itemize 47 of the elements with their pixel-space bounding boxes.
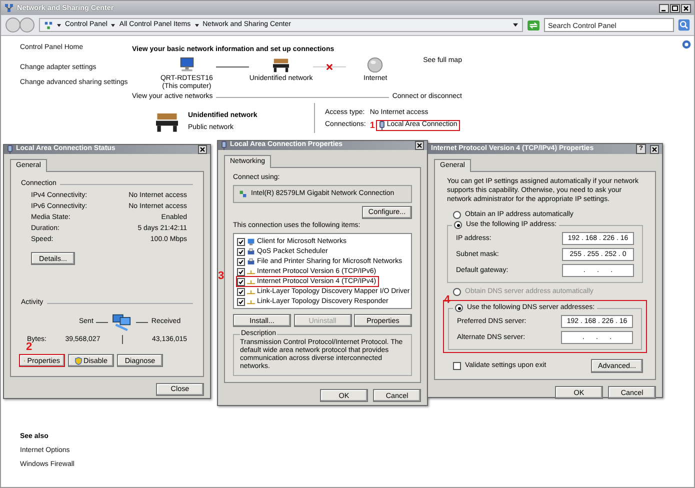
adapter-icon <box>378 120 385 130</box>
caret-icon[interactable] <box>194 24 199 26</box>
radio-button[interactable] <box>455 304 463 312</box>
connection-line <box>216 64 250 70</box>
refresh-icon[interactable] <box>527 20 540 30</box>
checkbox[interactable] <box>237 238 245 246</box>
close-icon[interactable] <box>198 145 207 154</box>
bench-icon <box>154 111 180 134</box>
step-number: 1 <box>370 120 375 130</box>
dropdown-icon[interactable] <box>513 23 518 27</box>
radio-button[interactable] <box>453 288 461 296</box>
bench-icon <box>272 57 290 74</box>
radio-button[interactable] <box>453 211 461 220</box>
checkbox[interactable] <box>237 268 245 276</box>
protocol-icon <box>247 278 255 286</box>
caret-icon[interactable] <box>111 24 116 26</box>
minimize-icon[interactable] <box>659 4 669 12</box>
caret-icon[interactable] <box>57 24 61 26</box>
step-number: 3 <box>218 271 224 282</box>
checkbox[interactable] <box>237 248 245 256</box>
step-number: 2 <box>26 342 32 354</box>
adapter-icon <box>7 145 13 154</box>
radio-button[interactable] <box>454 221 462 230</box>
globe-icon <box>366 57 384 74</box>
close-icon[interactable] <box>681 4 691 12</box>
maximize-icon[interactable] <box>670 4 680 12</box>
printer-icon <box>247 258 255 266</box>
protocol-icon <box>247 288 255 296</box>
computers-icon <box>111 313 134 332</box>
broken-connection-drawing <box>312 64 346 70</box>
checkbox[interactable] <box>453 362 461 370</box>
computer-icon <box>247 238 255 246</box>
checkbox[interactable] <box>237 278 245 286</box>
close-icon[interactable] <box>650 144 659 154</box>
network-adapter-icon <box>239 190 247 198</box>
checkbox[interactable] <box>237 298 245 306</box>
network-icon <box>4 3 14 13</box>
close-icon[interactable] <box>415 141 424 150</box>
protocol-icon <box>247 268 255 276</box>
checkbox[interactable] <box>237 288 245 296</box>
printer-icon <box>247 248 255 256</box>
protocol-icon <box>247 298 255 306</box>
checkbox[interactable] <box>237 258 245 266</box>
search-icon[interactable] <box>678 19 690 31</box>
adapter-icon <box>221 141 227 150</box>
network-icon <box>44 20 53 30</box>
computer-icon <box>178 57 196 74</box>
